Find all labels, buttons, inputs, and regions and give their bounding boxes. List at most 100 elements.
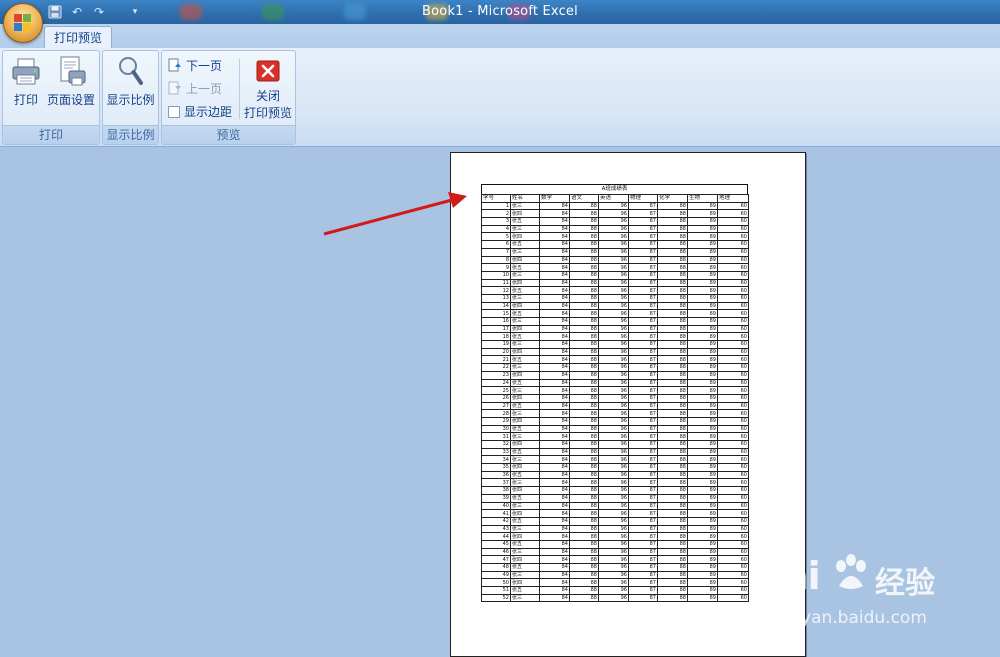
table-cell: 96: [598, 532, 629, 541]
zoom-button[interactable]: 显示比例: [105, 55, 156, 108]
table-cell: 87: [628, 232, 658, 242]
table-cell: 88: [569, 278, 599, 288]
table-cell: 84: [539, 293, 570, 303]
preview-group-divider: [239, 59, 240, 119]
table-cell: 88: [657, 378, 688, 388]
table-cell: 张三: [510, 593, 540, 603]
table-cell: 84: [539, 317, 570, 326]
table-cell: 87: [628, 370, 658, 380]
table-cell: 60: [717, 401, 749, 411]
table-cell: 张三: [510, 224, 540, 234]
table-cell: 60: [717, 447, 749, 457]
table-cell: 14: [481, 301, 511, 311]
zoom-group: 显示比例 显示比例: [102, 50, 159, 145]
tab-print-preview[interactable]: 打印预览: [44, 26, 112, 49]
table-cell: 87: [628, 416, 658, 426]
table-cell: 87: [628, 347, 658, 357]
table-cell: 89: [687, 570, 718, 580]
table-cell: 89: [687, 270, 718, 280]
table-cell: 96: [598, 301, 629, 311]
table-cell: 35: [481, 463, 511, 472]
table-row: 32 张四 84 88 96 87 88 89 60: [481, 440, 749, 449]
table-cell: 88: [657, 317, 688, 326]
table-cell: 89: [687, 293, 718, 303]
table-cell: 3: [481, 217, 511, 226]
table-cell: 87: [628, 217, 658, 226]
table-row: 14 张四 84 88 96 87 88 89 60: [481, 301, 749, 311]
next-page-button[interactable]: 下一页: [168, 57, 222, 75]
table-cell: 87: [628, 563, 658, 572]
table-row: 6 张五 84 88 96 87 88 89 60: [481, 240, 749, 249]
table-cell: 88: [657, 463, 688, 472]
table-cell: 87: [628, 378, 658, 388]
table-cell: 96: [598, 393, 629, 403]
table-cell: 60: [717, 370, 749, 380]
table-cell: 88: [569, 516, 599, 526]
table-row: 16 张三 84 88 96 87 88 89 60: [481, 317, 749, 326]
table-cell: 张四: [510, 463, 540, 472]
table-cell: 张五: [510, 240, 540, 249]
table-cell: 88: [657, 363, 688, 372]
table-cell: 88: [657, 516, 688, 526]
table-cell: 84: [539, 555, 570, 564]
table-cell: 88: [569, 355, 599, 365]
table-cell: 89: [687, 309, 718, 318]
table-cell: 38: [481, 486, 511, 495]
table-cell: 张三: [510, 524, 540, 534]
table-cell: 84: [539, 516, 570, 526]
page-setup-button[interactable]: 页面设置: [45, 55, 97, 108]
table-cell: 96: [598, 555, 629, 564]
office-button[interactable]: [3, 3, 43, 43]
table-cell: 60: [717, 309, 749, 318]
close-print-preview-button[interactable]: 关闭 打印预览: [242, 55, 294, 121]
table-cell: 88: [657, 332, 688, 342]
table-cell: 84: [539, 347, 570, 357]
table-row: 2 张四 84 88 96 87 88 89 60: [481, 209, 749, 219]
table-cell: 60: [717, 416, 749, 426]
table-cell: 36: [481, 470, 511, 480]
table-cell: 87: [628, 409, 658, 418]
table-cell: 84: [539, 532, 570, 541]
table-cell: 96: [598, 447, 629, 457]
table-row: 8 张四 84 88 96 87 88 89 60: [481, 255, 749, 265]
table-cell: 87: [628, 524, 658, 534]
print-button[interactable]: 打印: [9, 55, 43, 108]
table-row: 33 张五 84 88 96 87 88 89 60: [481, 447, 749, 457]
table-row: 35 张四 84 88 96 87 88 89 60: [481, 463, 749, 472]
table-cell: 30: [481, 424, 511, 434]
table-cell: 60: [717, 232, 749, 242]
table-cell: 88: [569, 455, 599, 465]
table-cell: 88: [657, 293, 688, 303]
table-cell: 张四: [510, 324, 540, 334]
table-cell: 96: [598, 516, 629, 526]
table-cell: 24: [481, 378, 511, 388]
table-cell: 60: [717, 486, 749, 495]
table-cell: 60: [717, 209, 749, 219]
printed-sheet: A班成绩表 学号 姓名 数学 语文 英语 物理 化学 生物 地理 1 张三 84 88 96 87 88 89 6…: [481, 184, 749, 603]
table-cell: 84: [539, 478, 570, 488]
table-cell: 22: [481, 363, 511, 372]
table-cell: 96: [598, 432, 629, 441]
table-cell: 87: [628, 501, 658, 511]
table-cell: 张三: [510, 386, 540, 395]
page-setup-label: 页面设置: [46, 93, 95, 107]
table-cell: 张三: [510, 570, 540, 580]
show-margins-checkbox[interactable]: 显示边距: [168, 103, 232, 121]
table-row: 27 张五 84 88 96 87 88 89 60: [481, 401, 749, 411]
table-row: 43 张三 84 88 96 87 88 89 60: [481, 524, 749, 534]
table-cell: 87: [628, 332, 658, 342]
preview-page[interactable]: A班成绩表 学号 姓名 数学 语文 英语 物理 化学 生物 地理 1 张三 84 88 96 87 88 89 6…: [450, 152, 806, 657]
table-cell: 张四: [510, 255, 540, 265]
table-cell: 89: [687, 378, 718, 388]
table-cell: 张三: [510, 478, 540, 488]
table-cell: 87: [628, 263, 658, 272]
previous-page-button[interactable]: 上一页: [168, 80, 222, 98]
table-cell: 60: [717, 363, 749, 372]
table-cell: 88: [657, 509, 688, 518]
table-cell: 47: [481, 555, 511, 564]
table-cell: 49: [481, 570, 511, 580]
table-cell: 张五: [510, 493, 540, 503]
table-cell: 88: [657, 555, 688, 564]
table-cell: 84: [539, 547, 570, 557]
table-cell: 88: [657, 224, 688, 234]
